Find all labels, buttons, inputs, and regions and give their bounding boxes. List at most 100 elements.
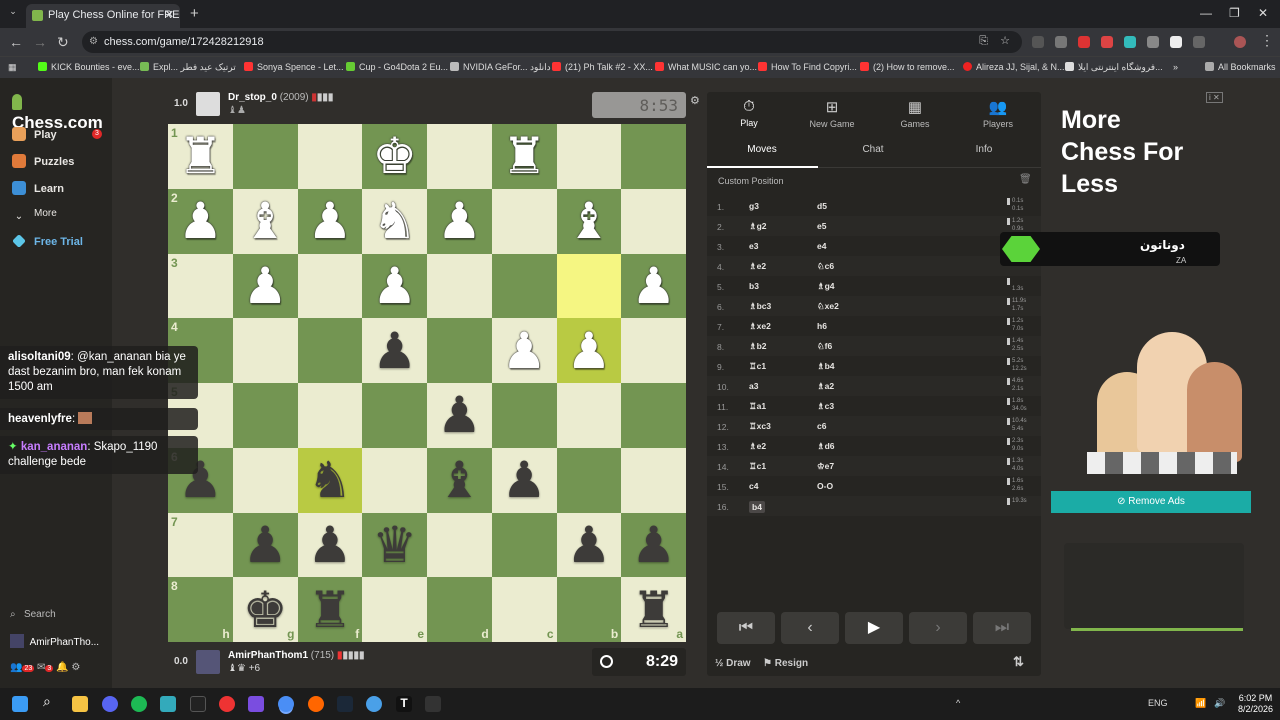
- discord-icon[interactable]: [102, 696, 118, 712]
- play-moves-button[interactable]: ▶: [845, 612, 903, 644]
- board-square-d6[interactable]: ♝: [427, 447, 492, 513]
- board-square-g2[interactable]: ♝: [232, 188, 298, 254]
- board-square-h1[interactable]: 1 ♜: [168, 124, 233, 189]
- apps-grid-icon[interactable]: ▦: [8, 62, 17, 73]
- all-bookmarks[interactable]: All Bookmarks: [1205, 62, 1276, 72]
- white-pawn-icon[interactable]: ♟: [307, 196, 352, 246]
- white-move[interactable]: ♖xc3: [749, 421, 771, 432]
- bookmark-item[interactable]: (21) Ph Talk #2 - XX...: [552, 62, 653, 72]
- last-move-button[interactable]: ⏭: [973, 612, 1031, 644]
- close-window-icon[interactable]: ✕: [1258, 6, 1268, 20]
- board-square-f1[interactable]: [297, 124, 363, 189]
- firefox-icon[interactable]: [308, 696, 324, 712]
- extension-white-icon[interactable]: [1170, 36, 1182, 48]
- black-move[interactable]: ♗c3: [817, 401, 834, 412]
- board-square-b5[interactable]: [556, 383, 622, 448]
- tab-info[interactable]: Info: [929, 144, 1039, 155]
- black-king-icon[interactable]: ♚: [243, 585, 288, 635]
- back-icon[interactable]: ←: [9, 34, 23, 50]
- tray-overflow-icon[interactable]: ^: [956, 698, 960, 708]
- black-move[interactable]: O-O: [817, 481, 833, 491]
- black-pawn-icon[interactable]: ♟: [566, 520, 611, 570]
- board-square-a2[interactable]: [621, 188, 686, 254]
- white-move[interactable]: ♖c1: [749, 361, 766, 372]
- board-square-a8[interactable]: a ♜: [621, 577, 686, 642]
- white-move[interactable]: b4: [749, 501, 765, 513]
- white-move[interactable]: ♖c1: [749, 461, 766, 472]
- maximize-icon[interactable]: ❐: [1229, 6, 1240, 20]
- black-pawn-icon[interactable]: ♟: [437, 390, 482, 440]
- draw-button[interactable]: ½ Draw: [715, 658, 751, 669]
- black-queen-icon[interactable]: ♛: [372, 520, 417, 570]
- black-move[interactable]: ♘f6: [817, 341, 832, 352]
- board-square-d7[interactable]: [427, 512, 492, 578]
- white-move[interactable]: ♗xe2: [749, 321, 771, 332]
- board-square-h3[interactable]: 3: [168, 253, 233, 319]
- board-square-b8[interactable]: b: [556, 577, 622, 642]
- black-move[interactable]: ♗a2: [817, 381, 834, 392]
- wifi-icon[interactable]: 📶: [1195, 698, 1206, 709]
- board-square-a5[interactable]: [621, 383, 686, 448]
- board-square-f2[interactable]: ♟: [297, 188, 363, 254]
- chess-board[interactable]: 1♜♚♜2♟♝♟♞♟♝3♟♟♟4♟♟♟5♟6♟♞♝♟7♟♟♛♟♟8hg♚f♜ed…: [168, 124, 686, 642]
- white-move[interactable]: ♗b2: [749, 341, 767, 352]
- terminal-icon[interactable]: [425, 696, 441, 712]
- sidebar-profile[interactable]: AmirPhanTho...: [10, 634, 99, 648]
- white-move[interactable]: g3: [749, 201, 759, 211]
- bottom-player-name[interactable]: AmirPhanThom1 (715) ▮▮▮▮▮: [228, 650, 364, 661]
- white-pawn-icon[interactable]: ♟: [243, 261, 288, 311]
- bookmark-star-icon[interactable]: ☆: [1000, 34, 1010, 47]
- white-bishop-icon[interactable]: ♝: [243, 196, 288, 246]
- tab-players[interactable]: 👥 Players: [956, 98, 1040, 129]
- white-move[interactable]: a3: [749, 381, 758, 391]
- tab-play[interactable]: ⏱ Play: [707, 98, 791, 128]
- board-square-c6[interactable]: ♟: [491, 447, 557, 513]
- board-square-f8[interactable]: f ♜: [297, 577, 363, 642]
- first-move-button[interactable]: ⏮: [717, 612, 775, 644]
- remove-ads-button[interactable]: ⊘ Remove Ads: [1051, 491, 1251, 513]
- board-square-g6[interactable]: [232, 447, 298, 513]
- board-square-c8[interactable]: c: [491, 577, 557, 642]
- bookmarks-overflow-icon[interactable]: »: [1173, 62, 1178, 72]
- bookmark-item[interactable]: فروشگاه اینترنتی ایلا...: [1065, 62, 1163, 73]
- tab-new-game[interactable]: ⊞ New Game: [790, 98, 874, 129]
- chrome-icon[interactable]: [278, 696, 294, 712]
- board-square-h2[interactable]: 2 ♟: [168, 188, 233, 254]
- app-icon[interactable]: [160, 696, 176, 712]
- white-bishop-icon[interactable]: ♝: [566, 196, 611, 246]
- board-square-f7[interactable]: ♟: [297, 512, 363, 578]
- black-bishop-icon[interactable]: ♝: [437, 455, 482, 505]
- white-pawn-icon[interactable]: ♟: [631, 261, 676, 311]
- system-clock[interactable]: 6:02 PM 8/2/2026: [1238, 693, 1273, 715]
- board-square-b2[interactable]: ♝: [556, 188, 622, 254]
- steam-icon[interactable]: [337, 696, 353, 712]
- bell-icon[interactable]: 🔔: [56, 662, 68, 673]
- app-icon[interactable]: [366, 696, 382, 712]
- white-knight-icon[interactable]: ♞: [372, 196, 417, 246]
- new-tab-icon[interactable]: +: [190, 5, 199, 22]
- black-move[interactable]: ♔e7: [817, 461, 834, 472]
- bookmark-item[interactable]: KICK Bounties - eve...: [38, 62, 140, 72]
- board-square-b6[interactable]: [556, 447, 622, 513]
- bookmark-item[interactable]: Cup - Go4Dota 2 Eu...: [346, 62, 448, 72]
- black-move[interactable]: e4: [817, 241, 826, 251]
- black-pawn-icon[interactable]: ♟: [631, 520, 676, 570]
- address-bar[interactable]: ⚙ chess.com/game/172428212918 ⎘ ☆: [82, 31, 1022, 53]
- black-move[interactable]: ♘c6: [817, 261, 834, 272]
- profile-avatar[interactable]: [1234, 36, 1246, 48]
- board-square-d1[interactable]: [427, 124, 492, 189]
- white-pawn-icon[interactable]: ♟: [566, 326, 611, 376]
- tab-games[interactable]: ▦ Games: [873, 98, 957, 129]
- board-square-c3[interactable]: [491, 253, 557, 319]
- black-move[interactable]: e5: [817, 221, 826, 231]
- board-square-f6[interactable]: ♞: [297, 447, 363, 513]
- board-square-d8[interactable]: d: [427, 577, 492, 642]
- board-square-a3[interactable]: ♟: [621, 253, 686, 319]
- black-move[interactable]: d5: [817, 201, 827, 211]
- extension-tr-icon[interactable]: [1101, 36, 1113, 48]
- board-square-a6[interactable]: [621, 447, 686, 513]
- text-app-icon[interactable]: T: [396, 696, 412, 712]
- board-square-c2[interactable]: [491, 188, 557, 254]
- white-move[interactable]: ♗e2: [749, 441, 766, 452]
- board-square-d5[interactable]: ♟: [427, 383, 492, 448]
